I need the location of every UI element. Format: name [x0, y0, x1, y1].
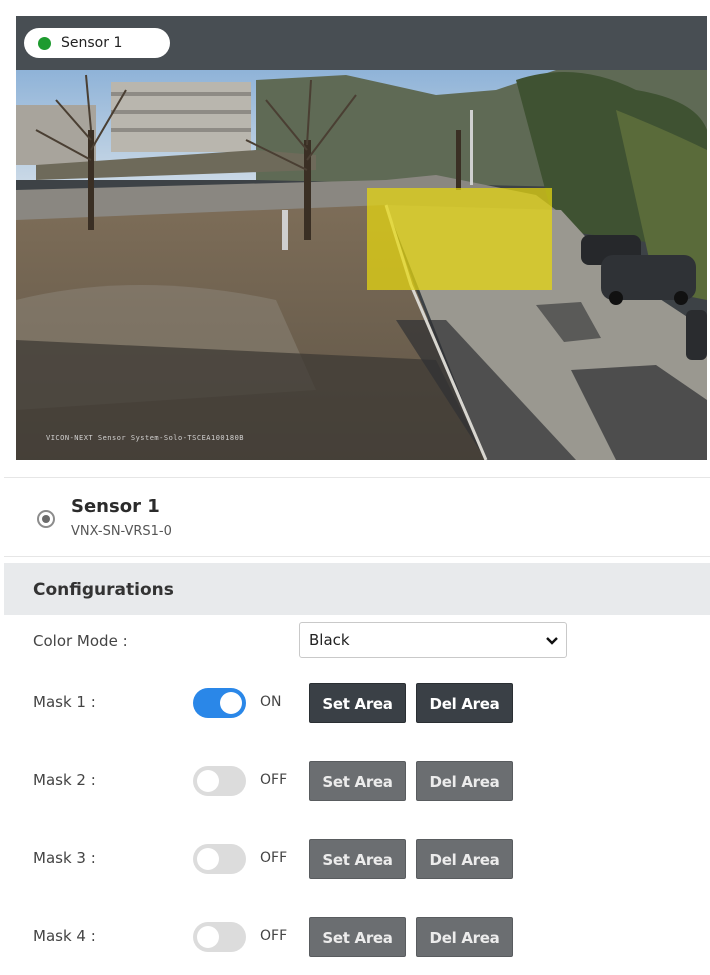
mask-3-toggle[interactable] [193, 844, 246, 874]
camera-header-bar: Sensor 1 [16, 16, 707, 70]
sensor-pill-label: Sensor 1 [61, 35, 123, 51]
toggle-knob [220, 692, 242, 714]
mask-4-state: OFF [260, 928, 288, 944]
configurations-title: Configurations [33, 580, 174, 600]
mask-4-label: Mask 4 : [33, 927, 96, 945]
chevron-down-icon [546, 637, 558, 645]
mask-4-del-area-button[interactable]: Del Area [416, 917, 513, 957]
mask-3-label: Mask 3 : [33, 849, 96, 867]
sensor-list-item[interactable]: Sensor 1 VNX-SN-VRS1-0 [4, 477, 710, 557]
mask-2-del-area-button[interactable]: Del Area [416, 761, 513, 801]
mask-1-toggle[interactable] [193, 688, 246, 718]
mask-1-label: Mask 1 : [33, 693, 96, 711]
mask-1-set-area-button[interactable]: Set Area [309, 683, 406, 723]
mask-3-state: OFF [260, 850, 288, 866]
color-mode-label: Color Mode : [33, 632, 128, 650]
mask-2-label: Mask 2 : [33, 771, 96, 789]
mask-1-state: ON [260, 694, 282, 710]
mask-4-set-area-button[interactable]: Set Area [309, 917, 406, 957]
online-status-dot [38, 36, 51, 50]
mask-4-toggle[interactable] [193, 922, 246, 952]
camera-watermark: VICON-NEXT Sensor System-Solo-TSCEA10018… [46, 434, 245, 442]
sensor-name: Sensor 1 [71, 496, 160, 517]
sensor-selector-pill[interactable]: Sensor 1 [24, 28, 170, 58]
mask-2-set-area-button[interactable]: Set Area [309, 761, 406, 801]
mask-3-del-area-button[interactable]: Del Area [416, 839, 513, 879]
mask-2-state: OFF [260, 772, 288, 788]
toggle-knob [197, 770, 219, 792]
color-mode-select[interactable]: Black [299, 622, 567, 658]
sensor-id: VNX-SN-VRS1-0 [71, 524, 172, 539]
mask-1-area-overlay [367, 188, 552, 290]
camera-scene-image [16, 70, 707, 460]
camera-live-view[interactable]: VICON-NEXT Sensor System-Solo-TSCEA10018… [16, 70, 707, 460]
mask-1-del-area-button[interactable]: Del Area [416, 683, 513, 723]
color-mode-value: Black [309, 631, 350, 649]
mask-2-toggle[interactable] [193, 766, 246, 796]
toggle-knob [197, 848, 219, 870]
configurations-header: Configurations [4, 563, 710, 615]
sensor-radio-button[interactable] [37, 510, 55, 528]
camera-panel: Sensor 1 VICON-NEXT Sensor System-Solo-T… [16, 16, 707, 460]
mask-3-set-area-button[interactable]: Set Area [309, 839, 406, 879]
toggle-knob [197, 926, 219, 948]
